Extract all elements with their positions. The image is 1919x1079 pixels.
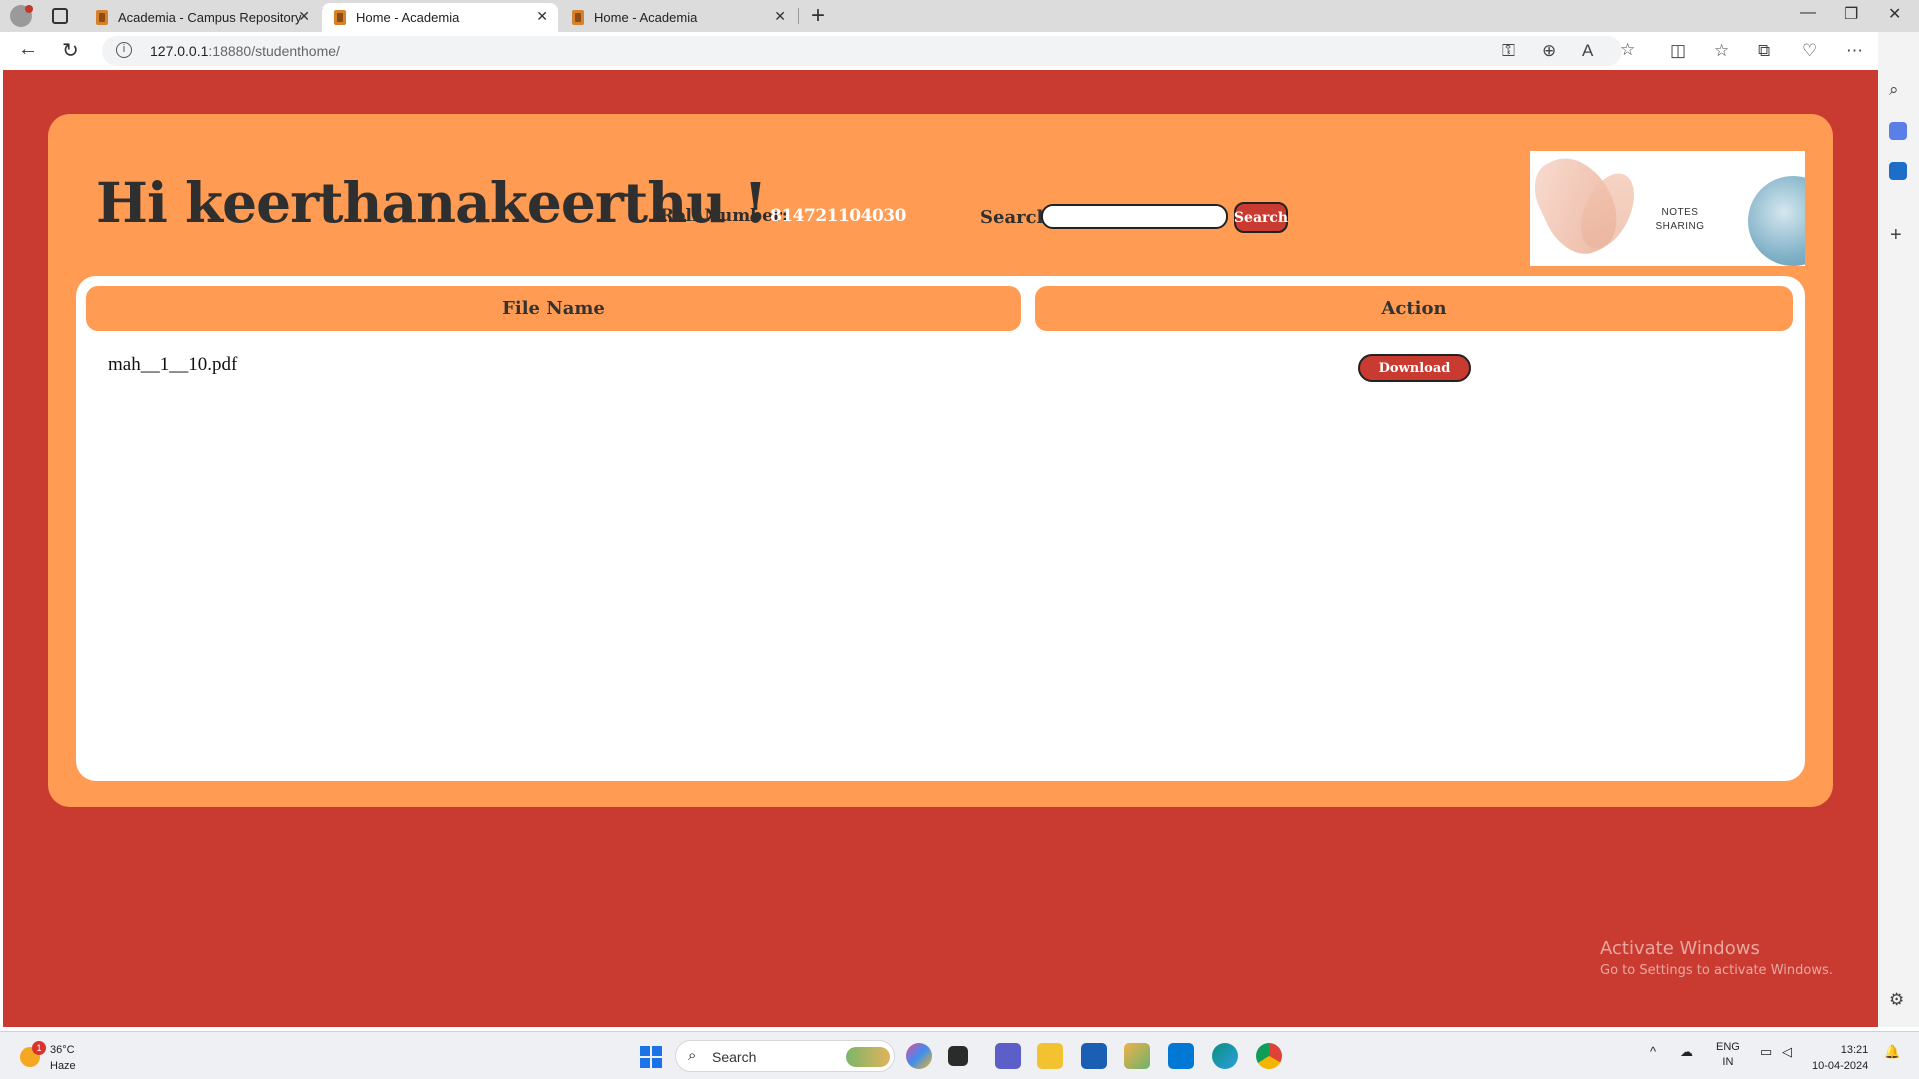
download-button[interactable]: Download [1358,354,1471,382]
display-icon[interactable]: ▭ [1760,1044,1772,1060]
close-tab-icon[interactable]: ✕ [536,8,548,25]
tab-title: Home - Academia [356,10,460,25]
password-key-icon[interactable]: ⚿ [1502,41,1515,61]
restore-icon[interactable]: ❐ [1844,4,1858,24]
taskbar-search[interactable]: ⌕ Search [675,1040,895,1072]
read-aloud-icon[interactable]: A [1582,41,1593,61]
page-viewport: Hi keerthanakeerthu ! Roll Number: 81472… [3,70,1878,1027]
close-tab-icon[interactable]: ✕ [298,8,310,25]
notes-sharing-banner: NOTES SHARING [1530,151,1805,266]
activate-windows-watermark: Activate Windows Go to Settings to activ… [1600,938,1833,978]
favorites-icon[interactable]: ☆ [1714,41,1729,61]
roll-number-value: 814721104030 [770,206,906,226]
tab-actions-icon[interactable] [52,8,68,24]
app-icon[interactable] [1124,1043,1150,1069]
address-bar[interactable]: i 127.0.0.1:18880/studenthome/ ⚿ ⊕ A ☆ [102,36,1635,66]
minimize-icon[interactable]: — [1800,4,1816,22]
tab-title: Home - Academia [594,10,698,25]
search-icon: ⌕ [688,1047,697,1064]
sidebar-add-icon[interactable]: + [1890,224,1902,247]
back-icon[interactable]: ← [18,38,38,61]
sidebar-m365-icon[interactable] [1889,122,1907,140]
terminal-app-icon[interactable] [948,1046,968,1066]
academia-favicon-icon [334,10,346,25]
browser-essentials-icon[interactable]: ♡ [1802,41,1817,61]
sidebar-settings-icon[interactable]: ⚙ [1889,990,1904,1010]
browser-tab-strip: Academia - Campus Repository ✕ Home - Ac… [0,0,1919,32]
browser-toolbar: ← ↻ i 127.0.0.1:18880/studenthome/ ⚿ ⊕ A… [0,32,1919,70]
url-text[interactable]: 127.0.0.1:18880/studenthome/ [150,43,340,59]
browser-tab-campus-repository[interactable]: Academia - Campus Repository ✕ [84,3,320,32]
roll-number-label: Roll Number: [660,206,789,226]
browser-tab-home-active[interactable]: Home - Academia ✕ [322,3,558,32]
collections-icon[interactable]: ⧉ [1758,41,1770,61]
main-card: Hi keerthanakeerthu ! Roll Number: 81472… [48,114,1833,807]
split-screen-icon[interactable]: ◫ [1670,41,1686,61]
close-tab-icon[interactable]: ✕ [774,8,786,25]
file-name-cell: mah__1__10.pdf [108,354,238,375]
banner-text-notes: NOTES [1661,207,1699,218]
search-highlight-icon [846,1047,890,1067]
start-button[interactable] [640,1046,662,1068]
language-indicator[interactable]: ENG IN [1716,1040,1740,1070]
favorite-star-icon[interactable]: ☆ [1620,40,1635,60]
chrome-app-icon[interactable] [1256,1043,1282,1069]
notification-bell-icon[interactable]: 🔔 [1884,1044,1900,1060]
store-app-icon[interactable] [1081,1043,1107,1069]
column-header-file-name: File Name [86,286,1021,331]
volume-muted-icon[interactable]: ◁ [1782,1044,1792,1060]
weather-badge: 1 [32,1041,46,1055]
sidebar-outlook-icon[interactable] [1889,162,1907,180]
file-explorer-icon[interactable] [1037,1043,1063,1069]
banner-text-sharing: SHARING [1655,221,1705,232]
zoom-icon[interactable]: ⊕ [1542,41,1556,61]
edge-sidebar: ⌕ + ⚙ [1878,32,1919,1027]
weather-widget[interactable]: 36°C Haze [50,1042,76,1074]
search-button[interactable]: Search [1234,202,1288,233]
profile-icon[interactable] [10,5,33,27]
network-icon[interactable]: ☁ [1680,1044,1693,1060]
windows-taskbar: 1 36°C Haze ⌕ Search ^ ☁ ENG IN ▭ ◁ 13:2… [0,1031,1919,1079]
site-info-icon[interactable]: i [116,42,132,58]
refresh-icon[interactable]: ↻ [62,38,79,63]
sidebar-search-icon[interactable]: ⌕ [1889,80,1899,100]
clock[interactable]: 13:21 10-04-2024 [1812,1042,1868,1074]
copilot-app-icon[interactable] [906,1043,932,1069]
search-input[interactable] [1041,204,1228,229]
academia-favicon-icon [96,10,108,25]
browser-tab-home[interactable]: Home - Academia ✕ [560,3,796,32]
new-tab-icon[interactable]: + [811,2,825,30]
teams-app-icon[interactable] [995,1043,1021,1069]
column-header-action: Action [1035,286,1793,331]
files-table: File Name Action mah__1__10.pdf Download [76,276,1805,781]
show-hidden-icons-icon[interactable]: ^ [1650,1044,1656,1059]
academia-favicon-icon [572,10,584,25]
tab-title: Academia - Campus Repository [118,10,302,25]
close-window-icon[interactable]: ✕ [1888,4,1901,24]
edge-app-icon[interactable] [1212,1043,1238,1069]
more-menu-icon[interactable]: ⋯ [1846,41,1863,61]
vscode-app-icon[interactable] [1168,1043,1194,1069]
